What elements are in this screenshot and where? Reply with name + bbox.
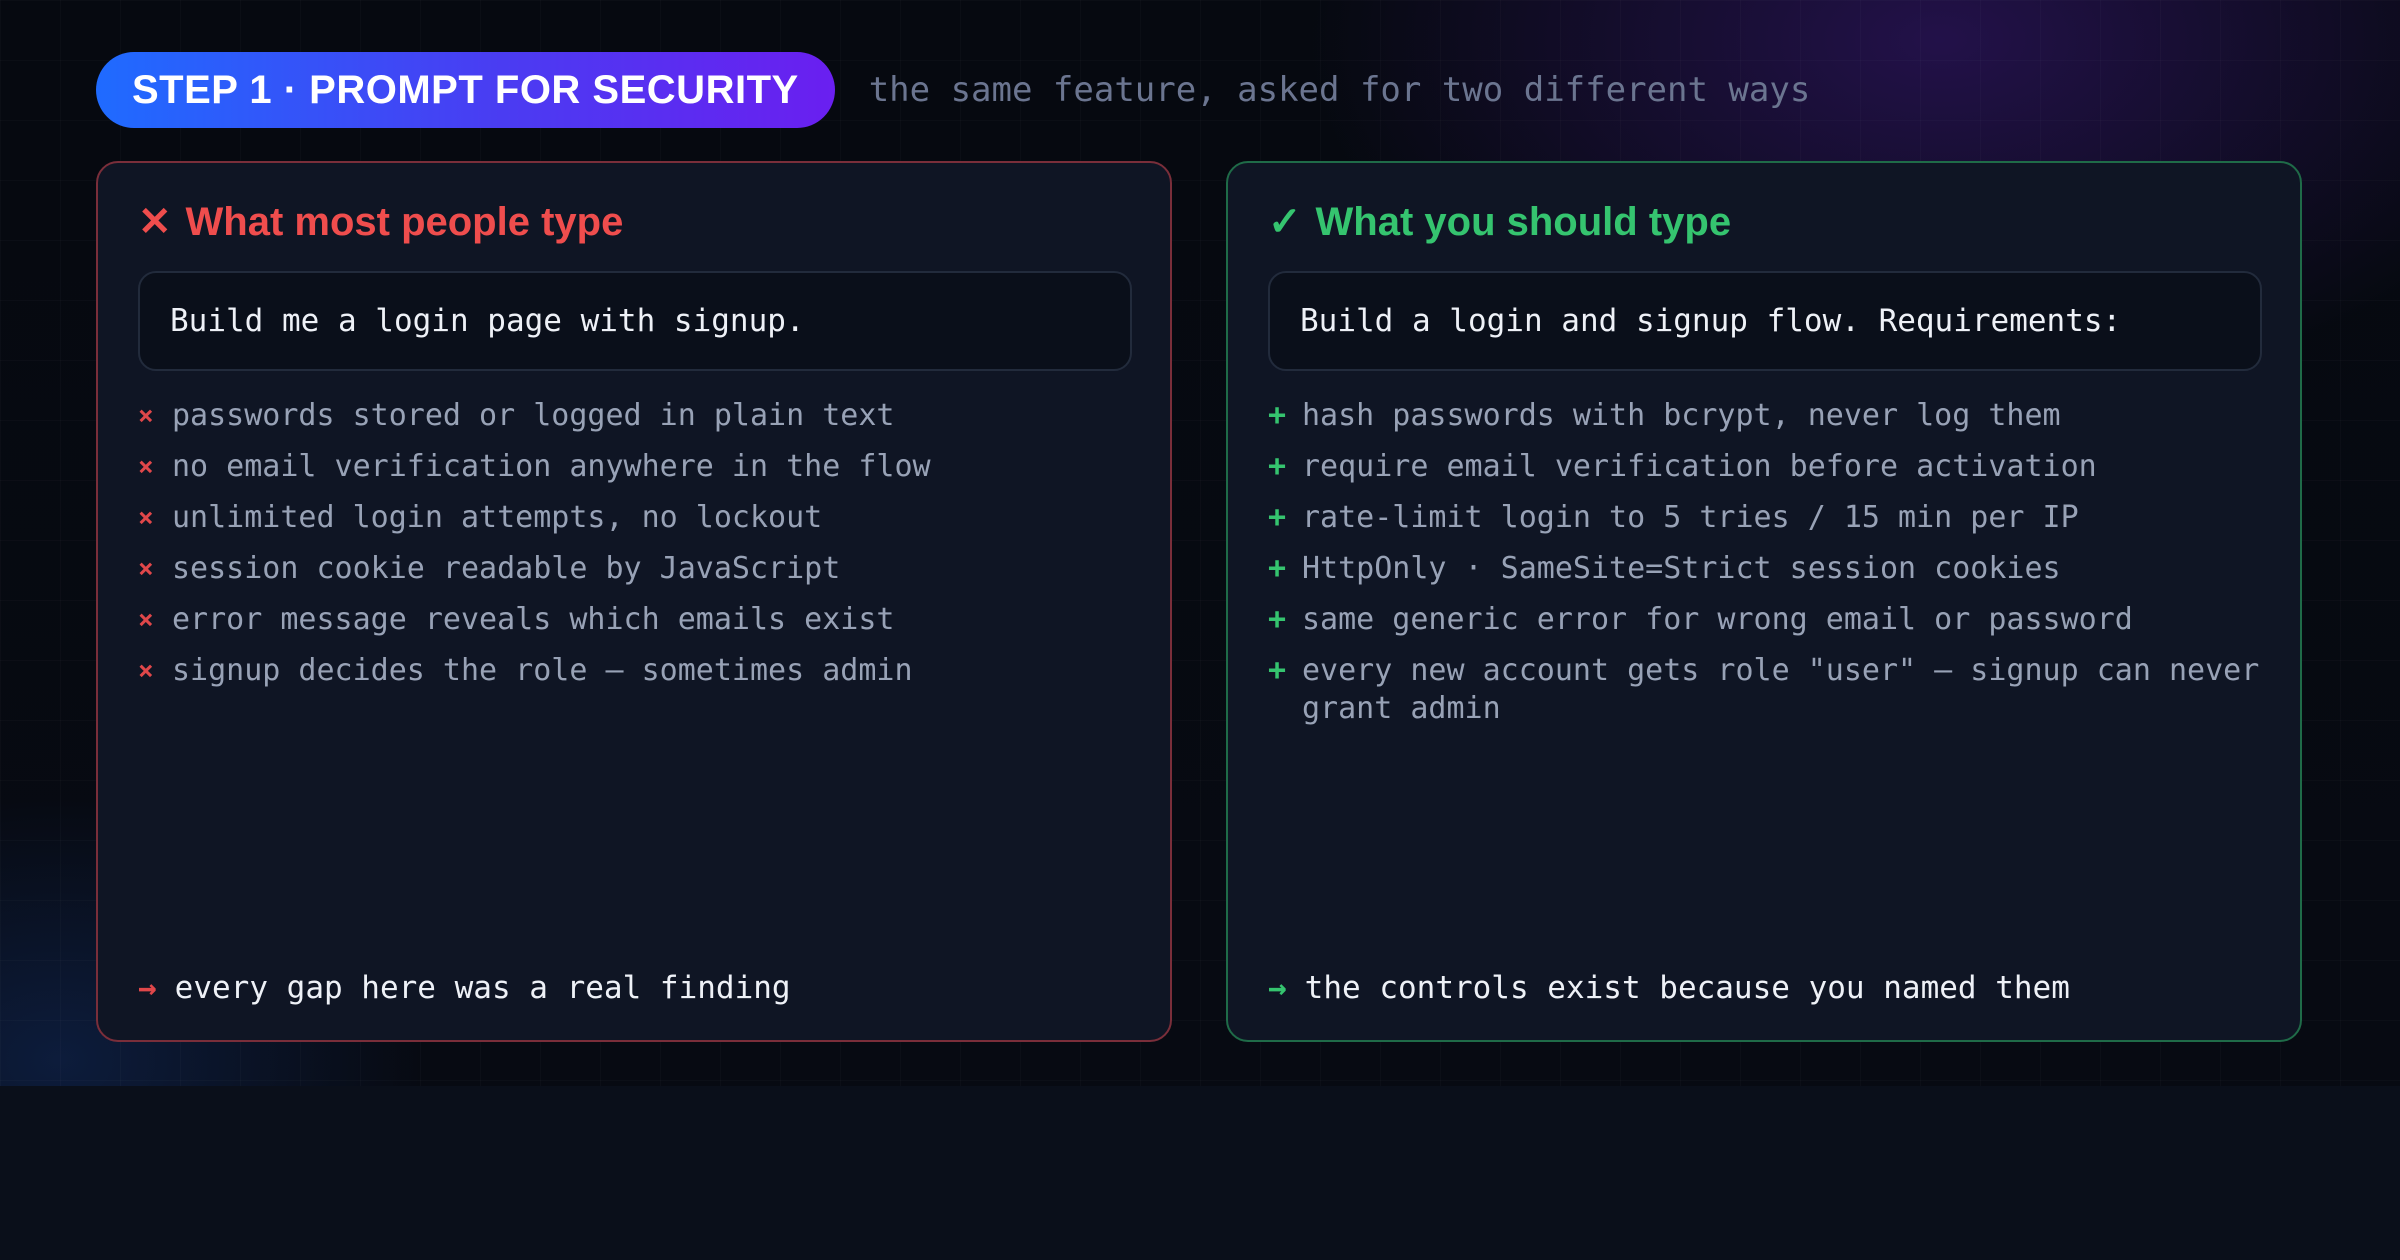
header-subtitle: the same feature, asked for two differen… xyxy=(868,70,1811,110)
plus-icon: + xyxy=(1268,398,1287,433)
check-icon: ✓ xyxy=(1268,200,1302,244)
good-panel-title-text: What you should type xyxy=(1315,199,1732,244)
good-requirements-list: + hash passwords with bcrypt, never log t… xyxy=(1268,397,2268,741)
list-item: × no email verification anywhere in the f… xyxy=(138,449,931,484)
bad-prompt-box: Build me a login page with signup. xyxy=(138,271,1132,371)
cross-mark-icon: × xyxy=(138,656,154,686)
plus-icon: + xyxy=(1268,449,1287,484)
list-item: + HttpOnly · SameSite=Strict session cook… xyxy=(1268,551,2061,586)
cross-mark-icon: × xyxy=(138,401,154,431)
list-item: × unlimited login attempts, no lockout xyxy=(138,500,823,535)
list-item: × session cookie readable by JavaScript xyxy=(138,551,841,586)
plus-icon: + xyxy=(1268,602,1287,637)
bad-panel-title: ✕ What most people type xyxy=(138,199,623,245)
cross-icon: ✕ xyxy=(138,200,172,244)
list-item: + require email verification before activ… xyxy=(1268,449,2097,484)
cross-mark-icon: × xyxy=(138,452,154,482)
plus-icon: + xyxy=(1268,653,1287,688)
bad-prompt-panel: ✕ What most people type Build me a login… xyxy=(96,161,1172,1042)
good-prompt-panel: ✓ What you should type Build a login and… xyxy=(1226,161,2302,1042)
cross-mark-icon: × xyxy=(138,554,154,584)
list-item: × passwords stored or logged in plain tex… xyxy=(138,398,895,433)
list-item: + rate-limit login to 5 tries / 15 min pe… xyxy=(1268,500,2079,535)
cross-mark-icon: × xyxy=(138,605,154,635)
plus-icon: + xyxy=(1268,500,1287,535)
list-item: × error message reveals which emails exis… xyxy=(138,602,895,637)
bad-panel-title-text: What most people type xyxy=(185,199,624,244)
bad-footer-text: every gap here was a real finding xyxy=(174,970,791,1006)
plus-icon: + xyxy=(1268,551,1287,586)
good-panel-title: ✓ What you should type xyxy=(1268,199,1731,245)
bad-panel-footer: → every gap here was a real finding xyxy=(138,970,791,1006)
list-item: + hash passwords with bcrypt, never log t… xyxy=(1268,398,2061,433)
list-item: + every new account gets role "user" — si… xyxy=(1268,653,2260,726)
bad-issues-list: × passwords stored or logged in plain tex… xyxy=(138,397,1138,703)
arrow-right-icon: → xyxy=(1268,970,1287,1006)
hero-background: STEP 1 · PROMPT FOR SECURITY the same fe… xyxy=(0,0,2400,1086)
list-item: + same generic error for wrong email or p… xyxy=(1268,602,2133,637)
list-item: × signup decides the role — sometimes adm… xyxy=(138,653,913,688)
cross-mark-icon: × xyxy=(138,503,154,533)
good-panel-footer: → the controls exist because you named t… xyxy=(1268,970,2070,1006)
good-prompt-box: Build a login and signup flow. Requireme… xyxy=(1268,271,2262,371)
step-badge: STEP 1 · PROMPT FOR SECURITY xyxy=(96,52,835,128)
header: STEP 1 · PROMPT FOR SECURITY the same fe… xyxy=(96,52,1810,128)
good-footer-text: the controls exist because you named the… xyxy=(1304,970,2070,1006)
arrow-right-icon: → xyxy=(138,970,157,1006)
